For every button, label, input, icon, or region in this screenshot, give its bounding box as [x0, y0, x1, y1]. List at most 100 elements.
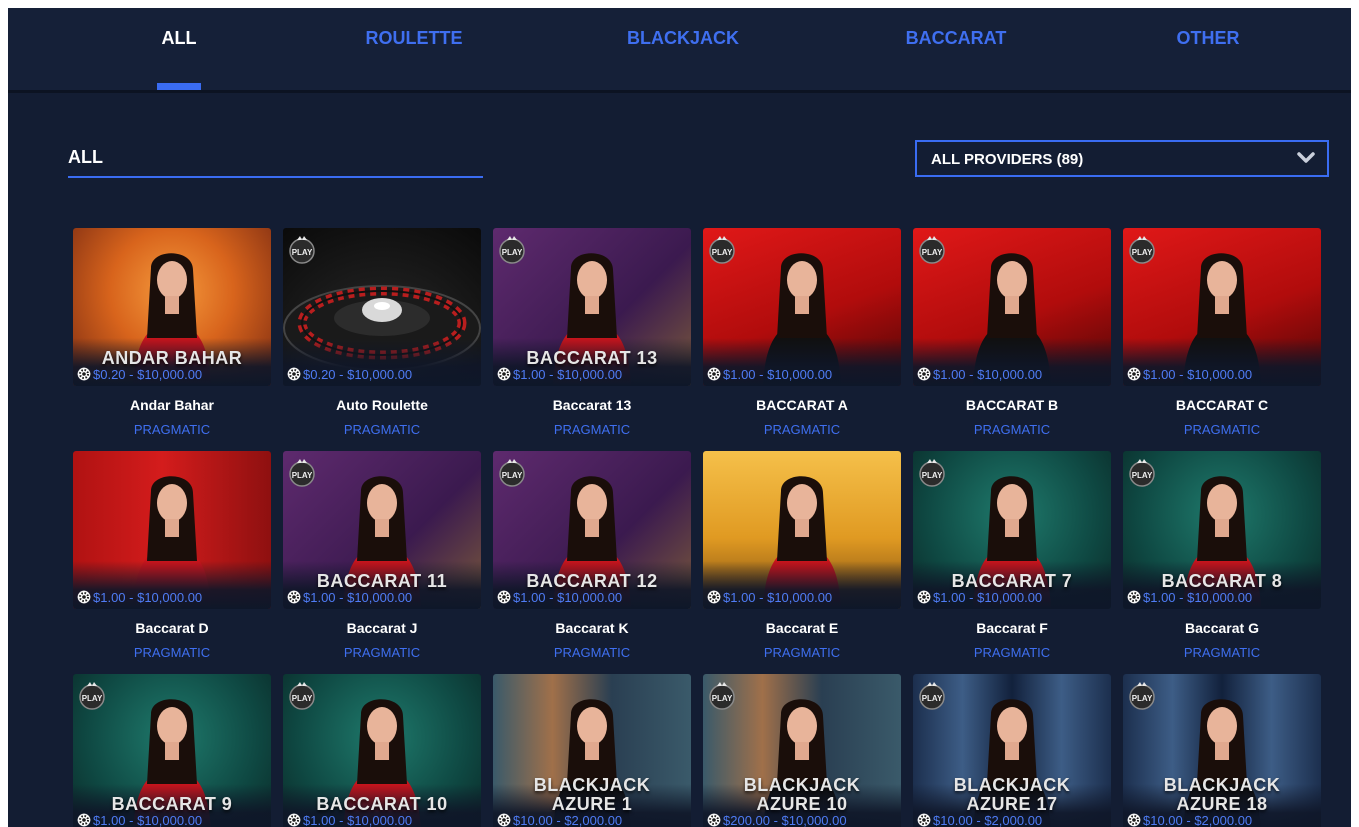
game-card[interactable]: PLAY BACCARAT 10 $1.00 - $10,000.00: [283, 674, 481, 827]
tab-other[interactable]: OTHER: [1148, 28, 1268, 90]
game-provider[interactable]: PRAGMATIC: [493, 645, 691, 660]
svg-text:PLAY: PLAY: [1132, 248, 1153, 257]
game-card[interactable]: ANDAR BAHAR $0.20 - $10,000.00: [73, 228, 271, 386]
play-badge-icon: PLAY: [919, 459, 945, 487]
bet-limit: $1.00 - $10,000.00: [1127, 366, 1252, 382]
play-badge-icon: PLAY: [289, 682, 315, 710]
game-card[interactable]: PLAY BACCARAT 9 $1.00 - $10,000.00: [73, 674, 271, 827]
game-provider[interactable]: PRAGMATIC: [283, 645, 481, 660]
game-name[interactable]: BACCARAT B: [913, 397, 1111, 413]
bet-limit: $0.20 - $10,000.00: [287, 366, 412, 382]
game-card[interactable]: BLACKJACK AZURE 1 $10.00 - $2,000.00: [493, 674, 691, 827]
game-provider[interactable]: PRAGMATIC: [73, 422, 271, 437]
game-card[interactable]: PLAY BACCARAT 7 $1.00 - $10,000.00: [913, 451, 1111, 609]
bet-limit-text: $1.00 - $10,000.00: [933, 589, 1043, 605]
game-name[interactable]: Andar Bahar: [73, 397, 271, 413]
game-provider[interactable]: PRAGMATIC: [283, 422, 481, 437]
bet-limit: $10.00 - $2,000.00: [1127, 812, 1252, 827]
bet-limit: $1.00 - $10,000.00: [287, 812, 412, 827]
game-card[interactable]: PLAY BACCARAT 11 $1.00 - $10,000.00: [283, 451, 481, 609]
game-provider[interactable]: PRAGMATIC: [1123, 645, 1321, 660]
bet-limit-text: $1.00 - $10,000.00: [513, 589, 623, 605]
tab-all[interactable]: ALL: [126, 28, 232, 90]
play-badge-icon: PLAY: [1129, 236, 1155, 264]
game-card[interactable]: PLAY BACCARAT 13 $1.00 - $10,000.00: [493, 228, 691, 386]
chip-icon: [497, 590, 511, 604]
game-title-overlay: BLACKJACK AZURE 17: [953, 775, 1071, 814]
game-name[interactable]: Baccarat 13: [493, 397, 691, 413]
game-title-overlay: BLACKJACK AZURE 1: [533, 775, 651, 814]
chip-icon: [287, 367, 301, 381]
game-provider[interactable]: PRAGMATIC: [703, 645, 901, 660]
bet-limit-text: $10.00 - $2,000.00: [933, 812, 1043, 827]
play-badge-icon: PLAY: [289, 459, 315, 487]
game-name[interactable]: Baccarat D: [73, 620, 271, 636]
bet-limit: $200.00 - $10,000.00: [707, 812, 847, 827]
game-name[interactable]: Baccarat E: [703, 620, 901, 636]
play-badge-icon: PLAY: [1129, 682, 1155, 710]
chevron-down-icon: [1297, 152, 1315, 163]
chip-icon: [1127, 813, 1141, 827]
game-name[interactable]: BACCARAT A: [703, 397, 901, 413]
svg-text:PLAY: PLAY: [1132, 694, 1153, 703]
game-name[interactable]: Baccarat F: [913, 620, 1111, 636]
bet-limit-text: $10.00 - $2,000.00: [1143, 812, 1253, 827]
play-badge-icon: PLAY: [919, 236, 945, 264]
play-badge-icon: PLAY: [919, 682, 945, 710]
game-card[interactable]: $1.00 - $10,000.00: [73, 451, 271, 609]
game-card[interactable]: PLAY $1.00 - $10,000.00: [703, 228, 901, 386]
chip-icon: [77, 590, 91, 604]
game-card[interactable]: PLAY BLACKJACK AZURE 17 $10.00 - $2,000.00: [913, 674, 1111, 827]
game-filter-field[interactable]: [68, 140, 483, 178]
chip-icon: [707, 590, 721, 604]
bet-limit: $1.00 - $10,000.00: [77, 589, 202, 605]
game-name[interactable]: Baccarat K: [493, 620, 691, 636]
active-tab-indicator: [157, 83, 201, 90]
game-provider[interactable]: PRAGMATIC: [73, 645, 271, 660]
bet-limit: $1.00 - $10,000.00: [917, 589, 1042, 605]
game-card[interactable]: PLAY $0.20 - $10,000.00: [283, 228, 481, 386]
tab-baccarat[interactable]: BACCARAT: [886, 28, 1026, 90]
bet-limit: $10.00 - $2,000.00: [497, 812, 622, 827]
game-provider[interactable]: PRAGMATIC: [703, 422, 901, 437]
game-card[interactable]: PLAY BLACKJACK AZURE 10 $200.00 - $10,000.…: [703, 674, 901, 827]
game-card[interactable]: PLAY $1.00 - $10,000.00: [913, 228, 1111, 386]
game-name[interactable]: Auto Roulette: [283, 397, 481, 413]
tab-label: BACCARAT: [905, 28, 1007, 48]
chip-icon: [497, 813, 511, 827]
providers-dropdown[interactable]: ALL PROVIDERS (89): [915, 140, 1329, 177]
game-provider[interactable]: PRAGMATIC: [913, 422, 1111, 437]
svg-text:PLAY: PLAY: [712, 694, 733, 703]
game-provider[interactable]: PRAGMATIC: [913, 645, 1111, 660]
game-name[interactable]: BACCARAT C: [1123, 397, 1321, 413]
tab-blackjack[interactable]: BLACKJACK: [608, 28, 758, 90]
game-title-overlay: BLACKJACK AZURE 10: [743, 775, 861, 814]
game-card[interactable]: $1.00 - $10,000.00: [703, 451, 901, 609]
game-provider[interactable]: PRAGMATIC: [1123, 422, 1321, 437]
chip-icon: [917, 813, 931, 827]
play-badge-icon: PLAY: [709, 236, 735, 264]
game-card[interactable]: PLAY $1.00 - $10,000.00: [1123, 228, 1321, 386]
bet-limit-text: $1.00 - $10,000.00: [1143, 589, 1253, 605]
game-card[interactable]: PLAY BACCARAT 8 $1.00 - $10,000.00: [1123, 451, 1321, 609]
chip-icon: [1127, 590, 1141, 604]
bet-limit-text: $200.00 - $10,000.00: [723, 812, 847, 827]
tab-label: ROULETTE: [365, 28, 463, 48]
bet-limit-text: $1.00 - $10,000.00: [933, 366, 1043, 382]
bet-limit-text: $1.00 - $10,000.00: [93, 589, 203, 605]
game-name[interactable]: Baccarat G: [1123, 620, 1321, 636]
game-name[interactable]: Baccarat J: [283, 620, 481, 636]
svg-text:PLAY: PLAY: [292, 248, 313, 257]
play-badge-icon: PLAY: [709, 682, 735, 710]
bet-limit: $1.00 - $10,000.00: [287, 589, 412, 605]
game-card[interactable]: PLAY BLACKJACK AZURE 18 $10.00 - $2,000.00: [1123, 674, 1321, 827]
game-filter-input[interactable]: [68, 140, 483, 174]
game-provider[interactable]: PRAGMATIC: [493, 422, 691, 437]
svg-text:PLAY: PLAY: [292, 471, 313, 480]
tab-roulette[interactable]: ROULETTE: [344, 28, 484, 90]
bet-limit: $1.00 - $10,000.00: [497, 366, 622, 382]
play-badge-icon: PLAY: [1129, 459, 1155, 487]
bet-limit-text: $1.00 - $10,000.00: [93, 812, 203, 827]
game-card[interactable]: PLAY BACCARAT 12 $1.00 - $10,000.00: [493, 451, 691, 609]
chip-icon: [287, 813, 301, 827]
